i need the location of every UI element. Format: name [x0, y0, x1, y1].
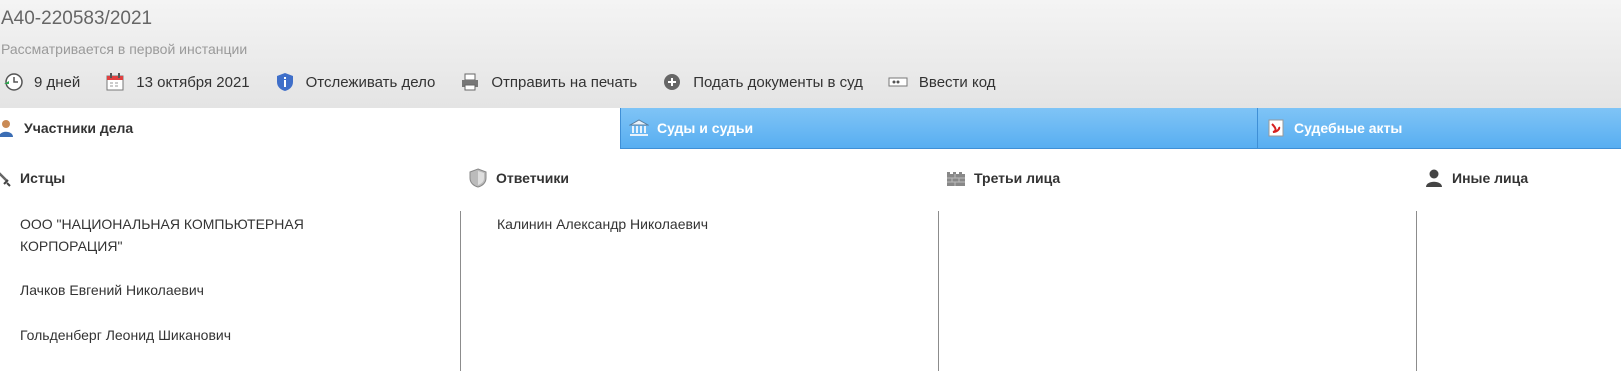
plaintiffs-header: Истцы	[0, 168, 65, 188]
person-icon	[0, 118, 16, 138]
other-persons-header: Иные лица	[1424, 168, 1528, 188]
column-divider	[460, 211, 461, 371]
shield-info-icon	[274, 71, 296, 93]
case-toolbar: 9 дней 13 октября 2021 Отслеживать дело …	[0, 70, 1019, 94]
tab-acts[interactable]: Судебные акты	[1257, 108, 1621, 149]
user-silhouette-icon	[1424, 168, 1444, 188]
submit-documents-label: Подать документы в суд	[693, 73, 863, 91]
days-label: 9 дней	[34, 73, 81, 91]
tab-courts-label: Суды и судьи	[657, 120, 754, 136]
column-divider	[1416, 211, 1417, 371]
plaintiff-item[interactable]: ООО "НАЦИОНАЛЬНАЯ КОМПЬЮТЕРНАЯ КОРПОРАЦИ…	[20, 213, 350, 257]
track-case-label: Отслеживать дело	[305, 73, 436, 91]
plaintiff-item[interactable]: Гольденберг Леонид Шиканович	[20, 324, 231, 346]
third-parties-header: Третьи лица	[946, 168, 1060, 188]
courthouse-icon	[629, 118, 649, 138]
printer-icon	[459, 71, 481, 93]
case-number: А40-220583/2021	[1, 8, 153, 29]
date-indicator: 13 октября 2021	[104, 71, 250, 93]
other-persons-title: Иные лица	[1452, 170, 1529, 186]
case-header: А40-220583/2021 Рассматривается в первой…	[0, 0, 1621, 108]
third-parties-title: Третьи лица	[974, 170, 1061, 186]
defendants-header: Ответчики	[468, 168, 569, 188]
date-label: 13 октября 2021	[136, 73, 250, 91]
shield-icon	[468, 168, 488, 188]
plaintiff-item[interactable]: Лачков Евгений Николаевич	[20, 279, 204, 301]
track-case-button[interactable]: Отслеживать дело	[274, 71, 436, 93]
plus-circle-icon	[661, 71, 683, 93]
sword-icon	[0, 168, 12, 188]
print-button[interactable]: Отправить на печать	[459, 71, 637, 93]
fortress-icon	[946, 168, 966, 188]
defendants-title: Ответчики	[496, 170, 569, 186]
tab-acts-label: Судебные акты	[1294, 120, 1403, 136]
plaintiffs-title: Истцы	[20, 170, 66, 186]
pdf-document-icon	[1266, 118, 1286, 138]
tab-participants[interactable]: Участники дела	[0, 108, 620, 148]
defendant-item[interactable]: Калинин Александр Николаевич	[497, 213, 708, 235]
tab-courts[interactable]: Суды и судьи	[620, 108, 1258, 149]
clock-icon	[2, 71, 24, 93]
case-tabs: Участники дела Суды и судьи Судебные акт…	[0, 108, 1621, 149]
code-icon	[887, 71, 909, 93]
case-status: Рассматривается в первой инстанции	[1, 41, 248, 57]
days-indicator: 9 дней	[2, 71, 80, 93]
column-divider	[938, 211, 939, 371]
enter-code-label: Ввести код	[918, 73, 996, 91]
calendar-icon	[104, 71, 126, 93]
print-label: Отправить на печать	[491, 73, 638, 91]
enter-code-button[interactable]: Ввести код	[887, 71, 996, 93]
submit-documents-button[interactable]: Подать документы в суд	[661, 71, 863, 93]
tab-participants-label: Участники дела	[24, 120, 134, 136]
